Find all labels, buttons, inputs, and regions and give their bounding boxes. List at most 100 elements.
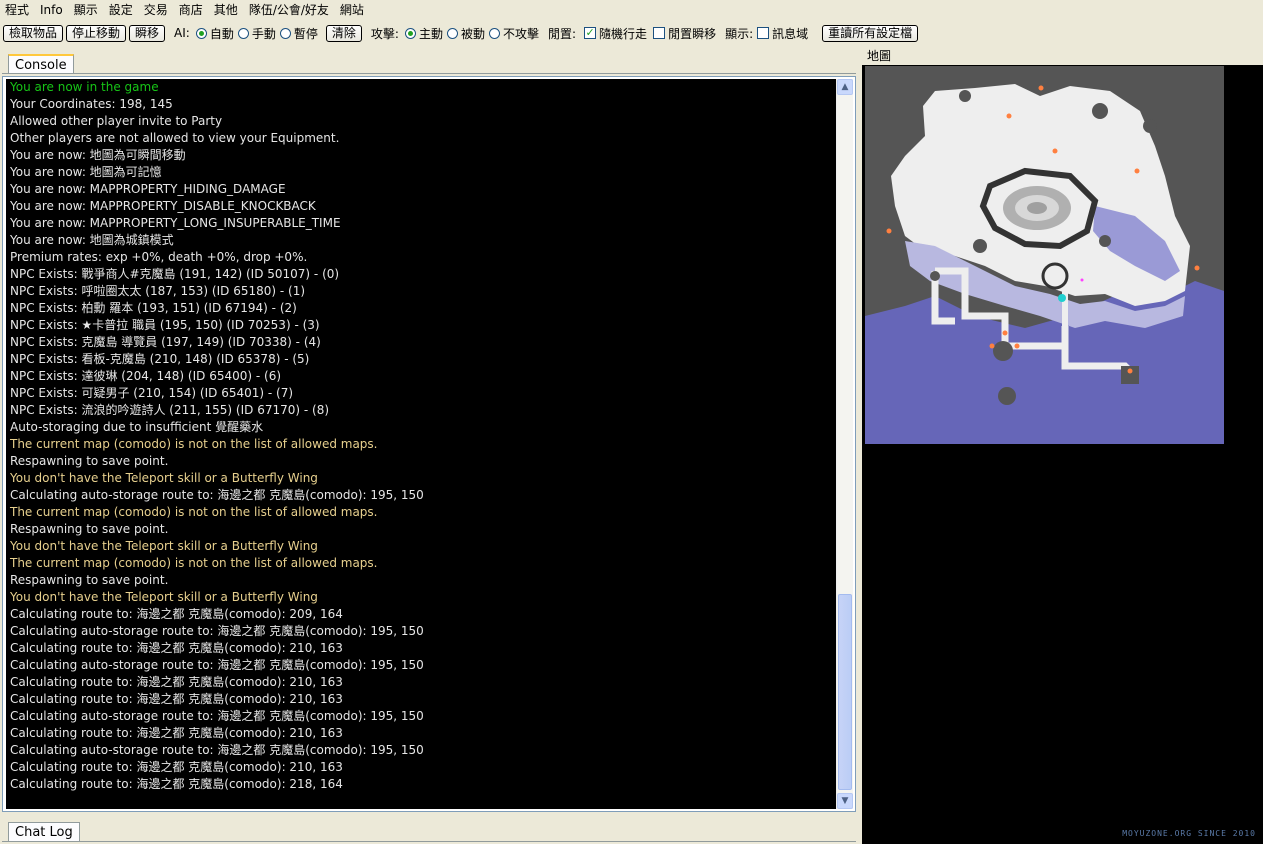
toolbar: 檢取物品 停止移動 瞬移 AI: 自動 手動 暫停 清除 攻擊: 主動 被動 不攻擊 閒…: [0, 22, 1263, 44]
chat-tab-divider: [2, 841, 856, 842]
attack-radio-label: 主動: [418, 26, 443, 41]
console-line: You are now: MAPPROPERTY_HIDING_DAMAGE: [10, 182, 286, 196]
console-log[interactable]: You are now in the game Your Coordinates:…: [6, 79, 837, 809]
attack-radio-2[interactable]: 不攻擊: [488, 25, 539, 42]
console-frame: You are now in the game Your Coordinates:…: [2, 76, 856, 812]
attack-radio-0[interactable]: 主動: [404, 25, 443, 42]
minimap[interactable]: [865, 66, 1224, 444]
console-line: NPC Exists: 呼啦圈太太 (187, 153) (ID 65180) …: [10, 284, 306, 298]
console-line: NPC Exists: 看板-克魔島 (210, 148) (ID 65378)…: [10, 352, 310, 366]
radio-dot-icon: [279, 27, 291, 39]
console-line: Premium rates: exp +0%, death +0%, drop …: [10, 250, 308, 264]
attack-mode-radio-group: 主動 被動 不攻擊: [401, 25, 539, 42]
console-line: NPC Exists: 克魔島 導覽員 (197, 149) (ID 70338…: [10, 335, 321, 349]
console-line: NPC Exists: 可疑男子 (210, 154) (ID 65401) -…: [10, 386, 294, 400]
console-line: Allowed other player invite to Party: [10, 114, 223, 128]
console-line: You don't have the Teleport skill or a B…: [10, 471, 318, 485]
attack-radio-label: 被動: [460, 26, 485, 41]
map-panel: 地圖 MOYUZONE.ORG SINCE 2010: [862, 44, 1263, 844]
radio-dot-icon: [488, 27, 500, 39]
menu-item-7[interactable]: 隊伍/公會/好友: [244, 0, 335, 20]
watermark: MOYUZONE.ORG SINCE 2010: [1122, 829, 1256, 838]
menu-item-6[interactable]: 其他: [209, 0, 244, 20]
reload-config-button[interactable]: 重讀所有設定檔: [822, 24, 919, 42]
console-panel: Console You are now in the game Your Coor…: [0, 48, 860, 844]
menu-item-5[interactable]: 商店: [174, 0, 209, 20]
console-line: You are now: 地圖為可記憶: [10, 165, 162, 179]
map-header: 地圖: [862, 44, 1263, 65]
teleport-button[interactable]: 瞬移: [129, 24, 166, 42]
console-line: Your Coordinates: 198, 145: [10, 97, 173, 111]
radio-dot-icon: [446, 27, 458, 39]
message-area-label: 訊息域: [772, 26, 809, 41]
pickup-items-button[interactable]: 檢取物品: [3, 24, 64, 42]
tab-divider: [2, 73, 856, 74]
console-line: Calculating auto-storage route to: 海邊之都 …: [10, 624, 424, 638]
menu-bar: 程式 Info 顯示 設定 交易 商店 其他 隊伍/公會/好友 網站: [0, 0, 1263, 20]
console-line: NPC Exists: 流浪的吟遊詩人 (211, 155) (ID 67170…: [10, 403, 330, 417]
console-line: You are now: MAPPROPERTY_LONG_INSUPERABL…: [10, 216, 341, 230]
idle-teleport-box: [653, 27, 666, 39]
menu-item-3[interactable]: 設定: [104, 0, 139, 20]
idle-teleport-label: 閒置瞬移: [668, 26, 717, 41]
console-line: Calculating route to: 海邊之都 克魔島(comodo): …: [10, 692, 343, 706]
console-line: NPC Exists: ★卡普拉 職員 (195, 150) (ID 70253…: [10, 318, 320, 332]
random-walk-label: 隨機行走: [599, 26, 648, 41]
attack-radio-label: 不攻擊: [502, 26, 539, 41]
console-line: Auto-storaging due to insufficient 覺醒藥水: [10, 420, 264, 434]
menu-item-4[interactable]: 交易: [139, 0, 174, 20]
random-walk-checkbox[interactable]: ✓ 隨機行走: [584, 25, 647, 42]
scroll-up-icon[interactable]: ▲: [837, 79, 853, 95]
console-line: Calculating route to: 海邊之都 克魔島(comodo): …: [10, 726, 343, 740]
ai-radio-0[interactable]: 自動: [195, 25, 234, 42]
console-line: Calculating auto-storage route to: 海邊之都 …: [10, 743, 424, 757]
console-scrollbar[interactable]: ▲ ▼: [836, 79, 853, 809]
console-line: The current map (comodo) is not on the l…: [10, 437, 378, 451]
console-line: You are now in the game: [10, 80, 159, 94]
ai-radio-2[interactable]: 暫停: [279, 25, 318, 42]
console-line: Calculating route to: 海邊之都 克魔島(comodo): …: [10, 675, 343, 689]
ai-radio-1[interactable]: 手動: [237, 25, 276, 42]
message-area-box: [757, 27, 770, 39]
console-line: Calculating route to: 海邊之都 克魔島(comodo): …: [10, 760, 343, 774]
radio-dot-icon: [237, 27, 249, 39]
ai-label: AI:: [174, 26, 190, 40]
console-line: You don't have the Teleport skill or a B…: [10, 539, 318, 553]
display-label: 顯示:: [725, 26, 754, 41]
console-line: The current map (comodo) is not on the l…: [10, 505, 378, 519]
console-line: Other players are not allowed to view yo…: [10, 131, 340, 145]
scroll-thumb[interactable]: [838, 594, 852, 790]
ai-radio-label: 暫停: [293, 26, 318, 41]
idle-teleport-checkbox[interactable]: 閒置瞬移: [653, 25, 716, 42]
scroll-down-icon[interactable]: ▼: [837, 793, 853, 809]
console-line: Calculating auto-storage route to: 海邊之都 …: [10, 709, 424, 723]
ai-radio-label: 手動: [251, 26, 276, 41]
console-line: Respawning to save point.: [10, 573, 169, 587]
minimap-image: [865, 66, 1224, 444]
console-line: Calculating route to: 海邊之都 克魔島(comodo): …: [10, 777, 343, 791]
map-title: 地圖: [867, 49, 892, 63]
console-line: Calculating auto-storage route to: 海邊之都 …: [10, 488, 424, 502]
console-line: NPC Exists: 達彼琳 (204, 148) (ID 65400) - …: [10, 369, 282, 383]
ai-radio-label: 自動: [209, 26, 234, 41]
menu-item-0[interactable]: 程式: [0, 0, 35, 20]
console-line: Calculating auto-storage route to: 海邊之都 …: [10, 658, 424, 672]
menu-item-1[interactable]: Info: [35, 0, 69, 20]
random-walk-check-icon: ✓: [584, 26, 597, 39]
console-line: Respawning to save point.: [10, 522, 169, 536]
tab-console[interactable]: Console: [8, 54, 74, 73]
tab-chat-log[interactable]: Chat Log: [8, 822, 80, 841]
menu-item-2[interactable]: 顯示: [69, 0, 104, 20]
radio-dot-icon: [195, 27, 207, 39]
console-line: Calculating route to: 海邊之都 克魔島(comodo): …: [10, 641, 343, 655]
ai-mode-radio-group: 自動 手動 暫停: [192, 25, 318, 42]
attack-radio-1[interactable]: 被動: [446, 25, 485, 42]
console-line: NPC Exists: 柏勳 羅本 (193, 151) (ID 67194) …: [10, 301, 297, 315]
console-line: You are now: 地圖為城鎮模式: [10, 233, 174, 247]
clear-button[interactable]: 清除: [325, 24, 362, 42]
message-area-checkbox[interactable]: 訊息域: [757, 25, 808, 42]
console-line: Calculating route to: 海邊之都 克魔島(comodo): …: [10, 607, 343, 621]
menu-item-8[interactable]: 網站: [335, 0, 370, 20]
stop-move-button[interactable]: 停止移動: [66, 24, 127, 42]
console-line: You are now: MAPPROPERTY_DISABLE_KNOCKBA…: [10, 199, 316, 213]
